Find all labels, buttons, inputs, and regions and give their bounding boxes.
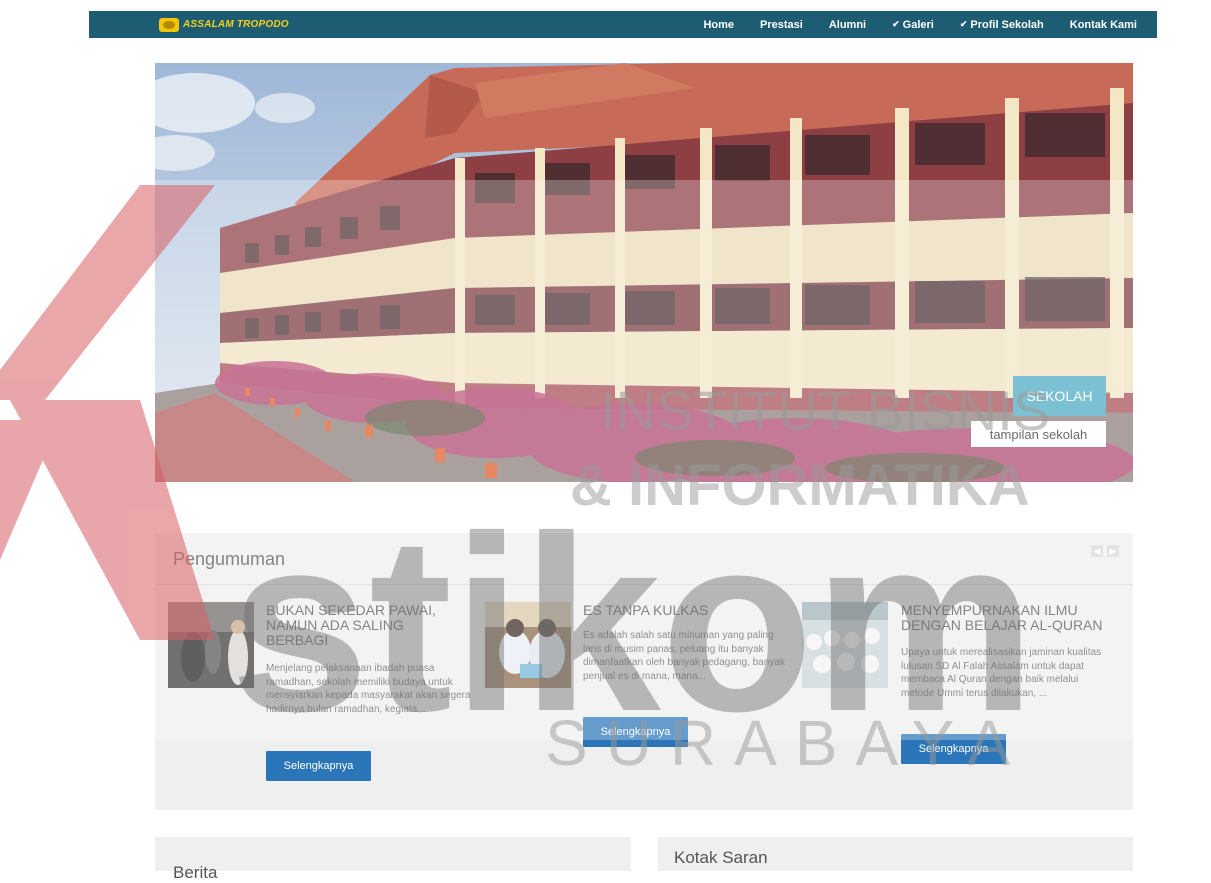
next-slide-icon[interactable]: ▶ bbox=[1107, 545, 1119, 557]
main-nav: Home Prestasi Alumni ✔ Galeri ✔ Profil Sek… bbox=[703, 11, 1137, 38]
brand-name: ASSALAM TROPODO bbox=[183, 19, 289, 30]
nav-item-profil-sekolah[interactable]: ✔ Profil Sekolah bbox=[960, 19, 1044, 31]
panel-title: Kotak Saran bbox=[674, 848, 768, 867]
es-tanpa-kulkas-photo bbox=[485, 602, 571, 688]
nav-item-alumni[interactable]: Alumni bbox=[829, 19, 866, 31]
announcement-excerpt: Menjelang pelaksanaan ibadah puasa ramad… bbox=[266, 663, 471, 715]
pawai-photo bbox=[168, 602, 254, 688]
announcement-thumbnail[interactable] bbox=[168, 602, 254, 688]
nav-label: Galeri bbox=[902, 18, 934, 31]
chevron-down-icon: ✔ bbox=[892, 19, 900, 29]
brand[interactable]: ASSALAM TROPODO bbox=[159, 11, 289, 38]
kotak-saran-panel: Kotak Saran bbox=[658, 837, 1133, 871]
nav-label: Profil Sekolah bbox=[970, 18, 1044, 31]
chevron-down-icon: ✔ bbox=[959, 19, 968, 29]
read-more-button[interactable]: Selengkapnya bbox=[266, 751, 371, 781]
nav-item-prestasi[interactable]: Prestasi bbox=[760, 19, 803, 31]
nav-item-kontak-kami[interactable]: Kontak Kami bbox=[1070, 19, 1137, 31]
hero-slider[interactable] bbox=[155, 63, 1133, 482]
announcement-thumbnail[interactable] bbox=[802, 602, 888, 688]
announcement-title[interactable]: MENYEMPURNAKAN ILMU DENGAN BELAJAR AL-QU… bbox=[901, 603, 1111, 633]
panel-divider bbox=[155, 584, 1133, 585]
panel-title: Pengumuman bbox=[173, 549, 286, 569]
nav-label: Prestasi bbox=[760, 18, 803, 31]
hero-slide-caption: tampilan sekolah bbox=[971, 421, 1106, 447]
announcement-title[interactable]: BUKAN SEKEDAR PAWAI, NAMUN ADA SALING BE… bbox=[266, 603, 466, 648]
nav-label: Kontak Kami bbox=[1069, 18, 1137, 31]
nav-item-home[interactable]: Home bbox=[703, 19, 734, 31]
al-quran-class-photo bbox=[802, 602, 888, 688]
announcement-excerpt: Es adalah salah satu minuman yang paling… bbox=[583, 630, 785, 682]
announcement-excerpt: Upaya untuk merealisasikan jaminan kuali… bbox=[901, 647, 1102, 699]
top-navbar: ASSALAM TROPODO Home Prestasi Alumni ✔ Ga… bbox=[89, 11, 1157, 38]
school-building-image bbox=[155, 63, 1133, 482]
nav-label: Alumni bbox=[828, 18, 867, 31]
announcement-title[interactable]: ES TANPA KULKAS bbox=[583, 603, 783, 618]
nav-item-galeri[interactable]: ✔ Galeri bbox=[892, 19, 934, 31]
hero-slide-title: SEKOLAH bbox=[1013, 376, 1106, 416]
panel-title: Berita bbox=[173, 863, 218, 882]
announcement-thumbnail[interactable] bbox=[485, 602, 571, 688]
berita-panel: Berita bbox=[155, 837, 631, 882]
read-more-button[interactable]: Selengkapnya bbox=[901, 734, 1006, 764]
prev-slide-icon[interactable]: ◀ bbox=[1091, 545, 1103, 557]
read-more-button[interactable]: Selengkapnya bbox=[583, 717, 688, 747]
school-logo-icon bbox=[159, 17, 179, 32]
nav-label: Home bbox=[703, 18, 735, 31]
